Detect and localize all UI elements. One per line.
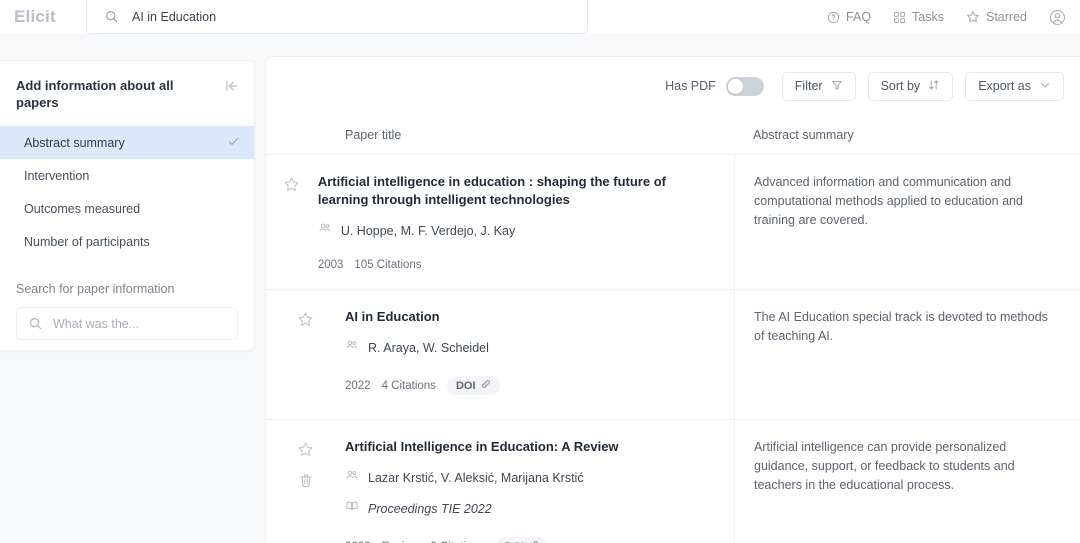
authors: Lazar Krstić, V. Aleksić, Marijana Krsti… [368, 470, 584, 485]
sidebar-item-number-of-participants[interactable]: Number of participants [0, 225, 254, 258]
authors-line: Lazar Krstić, V. Aleksić, Marijana Krsti… [345, 468, 619, 487]
paper-title-cell: AI in Education R. Araya, W. Scheidel 20… [266, 290, 734, 419]
nav-starred-label: Starred [986, 10, 1027, 24]
paper-information-search-placeholder: What was the... [53, 316, 140, 331]
paper-title[interactable]: Artificial Intelligence in Education: A … [345, 438, 619, 456]
question-circle-icon [827, 11, 840, 24]
sidebar-item-intervention[interactable]: Intervention [0, 159, 254, 192]
paper-title[interactable]: AI in Education [345, 308, 500, 326]
star-icon[interactable] [283, 176, 300, 193]
has-pdf-toggle[interactable] [725, 76, 764, 96]
results-panel: Has PDF Filter Sort by Export as Paper t… [265, 56, 1080, 543]
paper-badges: 2003 105 Citations [318, 259, 714, 271]
export-as-button-label: Export as [978, 79, 1031, 93]
link-icon [481, 379, 491, 392]
sidebar-column-list: Abstract summary Intervention Outcomes m… [0, 126, 254, 258]
funnel-icon [831, 79, 843, 94]
abstract-summary-cell: Artificial intelligence can provide pers… [734, 420, 1080, 543]
authors: U. Hoppe, M. F. Verdejo, J. Kay [340, 223, 516, 238]
publication-year: 2003 [317, 259, 344, 271]
authors-icon [345, 468, 359, 487]
authors-line: U. Hoppe, M. F. Verdejo, J. Kay [318, 221, 714, 240]
nav-faq[interactable]: FAQ [827, 10, 871, 24]
table-row: Artificial Intelligence in Education: A … [266, 420, 1080, 543]
table-column-headers: Paper title Abstract summary [266, 115, 1080, 155]
sidebar-item-abstract-summary[interactable]: Abstract summary [0, 126, 254, 159]
filter-button[interactable]: Filter [781, 71, 856, 101]
row-actions [266, 308, 345, 401]
results-toolbar: Has PDF Filter Sort by Export as [266, 57, 1080, 115]
book-icon [345, 499, 359, 518]
authors: R. Araya, W. Scheidel [368, 340, 489, 355]
check-icon [227, 135, 240, 151]
doi-link[interactable]: DOI [495, 537, 549, 543]
user-circle-icon [1049, 9, 1066, 26]
top-bar: Elicit AI in Education FAQ Tasks Starred [0, 0, 1080, 34]
citation-count: 4 Citations [381, 379, 436, 392]
has-pdf-filter[interactable]: Has PDF [665, 76, 764, 96]
toggle-knob [727, 78, 743, 94]
chevron-down-icon [1039, 79, 1051, 94]
top-nav: FAQ Tasks Starred [827, 0, 1066, 34]
doi-label: DOI [455, 379, 476, 392]
citation-count: 105 Citations [354, 259, 422, 271]
sort-by-button[interactable]: Sort by [867, 71, 954, 101]
global-search-input[interactable]: AI in Education [132, 10, 216, 24]
global-search-bar[interactable]: AI in Education [86, 0, 588, 34]
doi-link[interactable]: DOI [446, 376, 500, 395]
abstract-summary-cell: Advanced information and communication a… [734, 155, 1080, 289]
filter-button-label: Filter [794, 79, 823, 93]
grid-icon [893, 11, 906, 24]
sidebar-item-label: Outcomes measured [24, 201, 141, 216]
paper-information-search[interactable]: What was the... [16, 307, 238, 340]
star-icon[interactable] [297, 311, 314, 328]
sidebar-item-label: Number of participants [24, 234, 150, 249]
sort-arrows-icon [928, 79, 940, 94]
venue: Proceedings TIE 2022 [368, 501, 492, 516]
paper-badges: 2022 Review 0 Citations DOI [345, 537, 619, 543]
nav-starred[interactable]: Starred [966, 10, 1027, 24]
column-header-abstract-summary[interactable]: Abstract summary [734, 128, 1080, 142]
paper-badges: 2022 4 Citations DOI [345, 376, 500, 395]
paper-title[interactable]: Artificial intelligence in education : s… [318, 173, 714, 209]
column-header-paper-title[interactable]: Paper title [266, 128, 734, 142]
sidebar-item-outcomes-measured[interactable]: Outcomes measured [0, 192, 254, 225]
sidebar-panel: Add information about all papers Abstrac… [0, 60, 255, 351]
has-pdf-label: Has PDF [665, 79, 716, 93]
table-row: AI in Education R. Araya, W. Scheidel 20… [266, 290, 1080, 420]
nav-faq-label: FAQ [846, 10, 872, 24]
account-button[interactable] [1049, 9, 1066, 26]
nav-tasks-label: Tasks [912, 10, 944, 24]
authors-icon [318, 221, 332, 240]
star-icon [966, 10, 980, 24]
row-actions [266, 173, 318, 271]
search-icon [29, 317, 42, 330]
trash-icon[interactable] [298, 473, 314, 489]
nav-tasks[interactable]: Tasks [893, 10, 944, 24]
export-as-button[interactable]: Export as [965, 71, 1064, 101]
sidebar-item-label: Intervention [24, 168, 90, 183]
authors-line: R. Araya, W. Scheidel [345, 338, 500, 357]
star-icon[interactable] [297, 441, 314, 458]
publication-year: 2022 [345, 379, 371, 392]
sidebar-item-label: Abstract summary [24, 135, 125, 150]
table-row: Artificial intelligence in education : s… [266, 155, 1080, 290]
venue-line: Proceedings TIE 2022 [345, 499, 619, 518]
paper-title-cell: Artificial Intelligence in Education: A … [266, 420, 734, 543]
sidebar-title: Add information about all papers [16, 78, 174, 110]
sidebar-search-caption: Search for paper information [16, 282, 175, 296]
search-icon [105, 10, 118, 23]
app-logo[interactable]: Elicit [14, 7, 86, 27]
collapse-left-icon[interactable] [224, 78, 240, 99]
abstract-summary-cell: The AI Education special track is devote… [734, 290, 1080, 419]
paper-title-cell: Artificial intelligence in education : s… [266, 155, 734, 289]
row-actions [266, 438, 345, 543]
authors-icon [345, 338, 359, 357]
sort-by-button-label: Sort by [880, 79, 921, 93]
